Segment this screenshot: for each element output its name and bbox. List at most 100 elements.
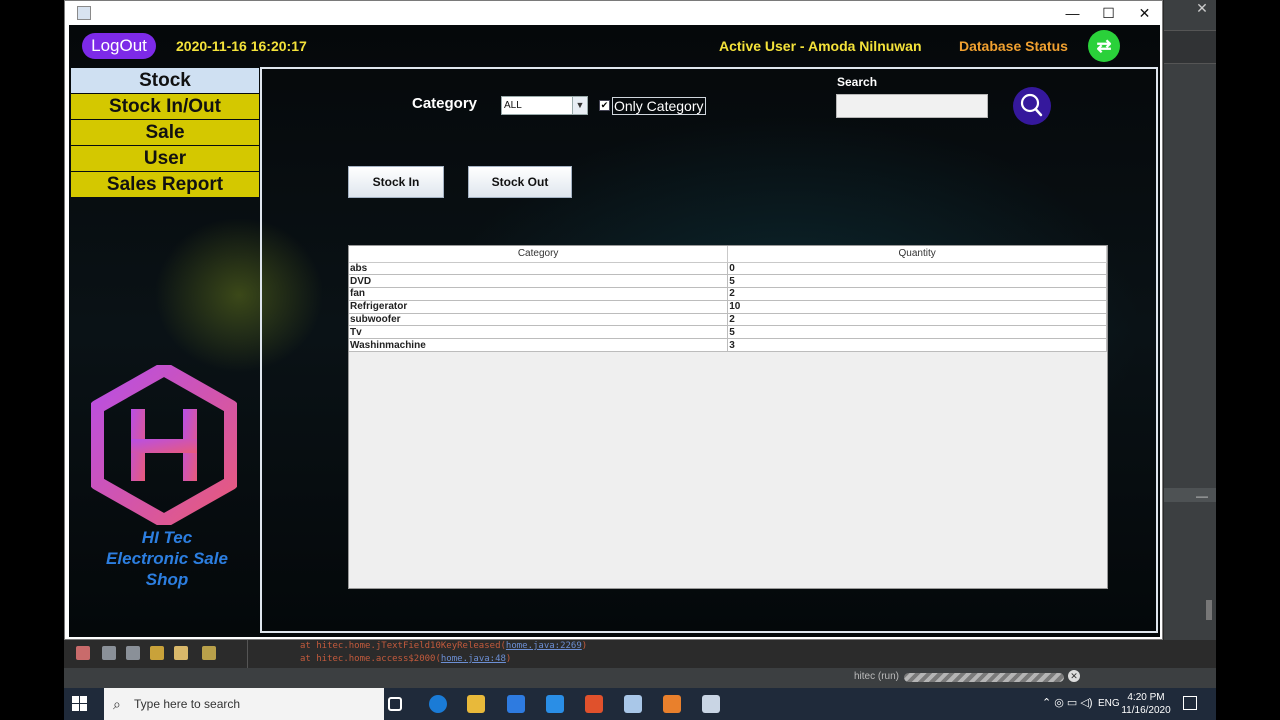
table-row[interactable]: Washinmachine 3 [349,338,1107,353]
console-line-prefix: at hitec.home.access$2000( [300,654,441,664]
task-view-icon[interactable] [388,697,402,711]
close-button[interactable]: ✕ [1126,1,1163,25]
console-source-link[interactable]: home.java:2269 [506,641,582,651]
stock-in-button[interactable]: Stock In [348,166,444,198]
table-row[interactable]: fan 2 [349,287,1107,301]
java-app-taskbar-icon[interactable] [702,695,720,713]
quantity-cell[interactable]: 0 [727,262,1107,276]
ide-tab-strip [1164,30,1216,64]
table-row[interactable]: DVD 5 [349,274,1107,289]
stock-table[interactable]: Category Quantity abs 0 DVD 5 fan 2 Refrige… [348,245,1108,589]
quantity-cell[interactable]: 5 [727,325,1107,340]
sidebar-item-stock-in-out[interactable]: Stock In/Out [71,94,259,119]
taskbar-clock[interactable]: 4:20 PM 11/16/2020 [1121,691,1171,717]
taskbar-search-box[interactable]: ⌕ Type here to search [104,688,384,720]
stop-icon[interactable] [102,646,116,660]
brand-line-1: HI Tec [141,528,193,547]
debug-icon[interactable] [76,646,90,660]
search-icon: ⌕ [113,696,121,712]
title-bar: — ☐ ✕ [65,1,1162,25]
search-input[interactable] [836,94,988,118]
ide-panel-header: — [1164,488,1216,503]
app-content: LogOut 2020-11-16 16:20:17 Active User -… [69,25,1160,637]
brand-line-3: Shop [145,570,189,589]
minimize-button[interactable]: — [1054,1,1091,25]
debug-console: at hitec.home.jTextField10KeyReleased(ho… [64,640,1216,668]
category-cell[interactable]: DVD [349,274,729,289]
search-button[interactable] [1013,87,1051,125]
brand-name: HI Tec Electronic Sale Shop [77,527,257,590]
edge-browser-icon[interactable] [429,695,447,713]
console-toolbar [74,646,244,662]
column-header-quantity[interactable]: Quantity [727,246,1107,263]
sidebar-item-sales-report[interactable]: Sales Report [71,172,259,197]
only-category-label[interactable]: Only Category [612,97,706,115]
quantity-cell[interactable]: 10 [727,300,1107,314]
app-window: — ☐ ✕ LogOut 2020-11-16 16:20:17 Active … [64,0,1163,640]
database-status-label: Database Status [959,38,1068,54]
datetime-display: 2020-11-16 16:20:17 [176,38,307,54]
settings-icon[interactable] [174,646,188,660]
console-divider [247,640,248,668]
quantity-cell[interactable]: 2 [727,287,1107,301]
console-line-prefix: at hitec.home.jTextField10KeyReleased( [300,641,506,651]
windows-taskbar: ⌕ Type here to search ⌃ ◎ ▭ ◁) ENG 4:20 … [64,688,1216,720]
table-row[interactable]: Tv 5 [349,325,1107,340]
stock-out-button[interactable]: Stock Out [468,166,572,198]
run-status-label[interactable]: hitec (run) [854,671,899,682]
run-progress-bar [904,673,1064,682]
netbeans-icon[interactable] [624,695,642,713]
ide-panel-minimize-button[interactable]: — [1196,489,1208,503]
lock-icon[interactable] [150,646,164,660]
category-cell[interactable]: abs [349,262,729,276]
console-line: at hitec.home.jTextField10KeyReleased(ho… [300,641,587,651]
ide-status-bar: hitec (run) ✕ [64,668,1216,688]
file-explorer-icon[interactable] [467,695,485,713]
language-indicator[interactable]: ENG [1098,698,1120,709]
notification-icon[interactable] [1183,696,1197,710]
stock-panel: Category ALL ▼ ✔ Only Category Search St… [260,67,1158,633]
column-header-category[interactable]: Category [349,246,729,263]
app-launcher-icon[interactable] [663,695,681,713]
sidebar-item-stock[interactable]: Stock [71,68,259,93]
cancel-run-icon[interactable]: ✕ [1068,670,1080,682]
ide-scrollbar[interactable] [1206,600,1212,620]
java-app-icon [77,6,91,20]
console-source-link[interactable]: home.java:48 [441,654,506,664]
windows-start-icon[interactable] [72,696,88,712]
category-cell[interactable]: Tv [349,325,729,340]
category-cell[interactable]: subwoofer [349,313,729,327]
console-line-suffix: ) [505,654,512,664]
ide-background: — [1164,0,1216,690]
category-select[interactable]: ALL ▼ [501,96,588,115]
category-cell[interactable]: Washinmachine [349,338,729,353]
table-row[interactable]: subwoofer 2 [349,313,1107,327]
mail-icon[interactable] [507,695,525,713]
checkbox-checked-icon[interactable]: ✔ [599,100,610,111]
clear-icon[interactable] [202,646,216,660]
brave-browser-icon[interactable] [585,695,603,713]
pause-icon[interactable] [126,646,140,660]
vscode-icon[interactable] [546,695,564,713]
category-cell[interactable]: fan [349,287,729,301]
logout-button[interactable]: LogOut [82,33,156,59]
maximize-button[interactable]: ☐ [1090,1,1127,25]
sidebar-item-user[interactable]: User [71,146,259,171]
table-row[interactable]: abs 0 [349,262,1107,276]
sidebar-item-sale[interactable]: Sale [71,120,259,145]
system-tray-icons[interactable]: ⌃ ◎ ▭ ◁) [1042,696,1093,709]
quantity-cell[interactable]: 3 [727,338,1107,353]
search-label: Search [837,75,878,89]
chevron-down-icon[interactable]: ▼ [572,97,587,114]
table-header-row: Category Quantity [349,246,1107,263]
sidebar: Stock Stock In/Out Sale User Sales Repor… [71,68,259,198]
quantity-cell[interactable]: 5 [727,274,1107,289]
clock-time: 4:20 PM [1127,692,1165,703]
database-status-icon[interactable]: ⇄ [1088,30,1120,62]
category-cell[interactable]: Refrigerator [349,300,729,314]
hitec-logo-icon [91,365,237,525]
outer-close-icon[interactable]: ✕ [1188,0,1216,18]
quantity-cell[interactable]: 2 [727,313,1107,327]
table-row[interactable]: Refrigerator 10 [349,300,1107,314]
search-icon [1020,93,1043,117]
